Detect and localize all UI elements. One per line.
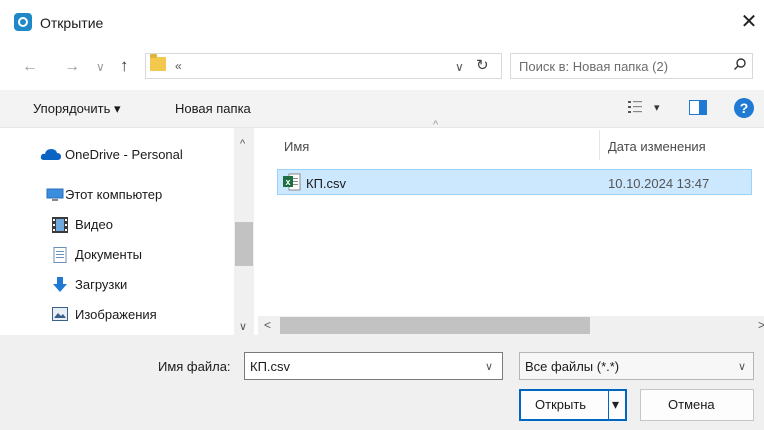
column-divider[interactable]: [599, 130, 600, 160]
sidebar-scroll-down-icon[interactable]: ∨: [239, 320, 247, 333]
cancel-button-label: Отмена: [668, 397, 715, 412]
refresh-icon[interactable]: ↻: [476, 56, 489, 74]
sidebar-item-documents[interactable]: Документы: [75, 244, 142, 266]
title-bar: [0, 0, 764, 46]
view-dropdown-icon[interactable]: ▾: [654, 101, 660, 114]
sidebar-item-onedrive[interactable]: OneDrive - Personal: [65, 144, 183, 166]
downloads-icon: [53, 277, 67, 292]
app-icon: [14, 13, 32, 31]
file-date-modified: 10.10.2024 13:47: [608, 176, 710, 191]
video-icon: [52, 217, 68, 233]
back-arrow-icon[interactable]: ←: [22, 58, 38, 76]
filename-value: КП.csv: [250, 359, 291, 374]
computer-icon: [46, 188, 64, 201]
up-arrow-icon[interactable]: ↑: [120, 56, 129, 76]
column-header-name[interactable]: Имя: [284, 139, 309, 154]
svg-text:x: x: [285, 177, 290, 187]
sidebar-scroll-up-icon[interactable]: ^: [240, 138, 245, 150]
organize-button[interactable]: Упорядочить ▾: [33, 101, 121, 117]
sidebar-scrollbar-thumb[interactable]: [235, 222, 253, 266]
folder-icon: [150, 54, 166, 71]
recent-locations-icon[interactable]: ∨: [96, 60, 105, 74]
preview-pane-icon[interactable]: [689, 100, 707, 115]
pictures-icon: [52, 307, 68, 321]
breadcrumb-overflow[interactable]: «: [175, 59, 182, 73]
close-button[interactable]: ✕: [738, 11, 760, 33]
scroll-right-icon[interactable]: >: [758, 318, 764, 332]
search-placeholder: Поиск в: Новая папка (2): [519, 59, 669, 74]
column-header-date-modified[interactable]: Дата изменения: [608, 139, 706, 154]
scroll-left-icon[interactable]: <: [264, 318, 271, 332]
onedrive-cloud-icon: [40, 149, 61, 160]
forward-arrow-icon[interactable]: →: [64, 58, 80, 76]
open-button-label: Открыть: [535, 397, 587, 412]
open-button-divider: [608, 391, 609, 419]
sidebar-item-downloads[interactable]: Загрузки: [75, 274, 127, 296]
open-split-arrow-icon[interactable]: ▾: [612, 396, 619, 413]
horizontal-scrollbar-thumb[interactable]: [280, 317, 590, 334]
documents-icon: [53, 247, 67, 263]
file-list: [258, 128, 764, 316]
filetype-value: Все файлы (*.*): [525, 359, 620, 374]
sort-ascending-icon: ^: [433, 119, 439, 131]
sidebar-item-pictures[interactable]: Изображения: [75, 304, 157, 326]
new-folder-button[interactable]: Новая папка: [175, 101, 251, 116]
sidebar-item-this-pc[interactable]: Этот компьютер: [65, 184, 162, 206]
window-title: Открытие: [40, 15, 104, 31]
help-icon[interactable]: ?: [734, 98, 754, 118]
sidebar-item-video[interactable]: Видео: [75, 214, 113, 236]
address-bar[interactable]: [145, 53, 502, 79]
view-options-icon[interactable]: [628, 100, 644, 114]
filename-label: Имя файла:: [158, 359, 231, 374]
address-dropdown-icon[interactable]: ∨: [455, 60, 464, 74]
filename-dropdown-icon[interactable]: ∨: [485, 360, 493, 373]
search-icon[interactable]: [733, 57, 747, 71]
excel-csv-icon: x: [283, 173, 301, 191]
file-name: КП.csv: [306, 176, 347, 191]
filetype-dropdown-icon[interactable]: ∨: [738, 360, 746, 373]
